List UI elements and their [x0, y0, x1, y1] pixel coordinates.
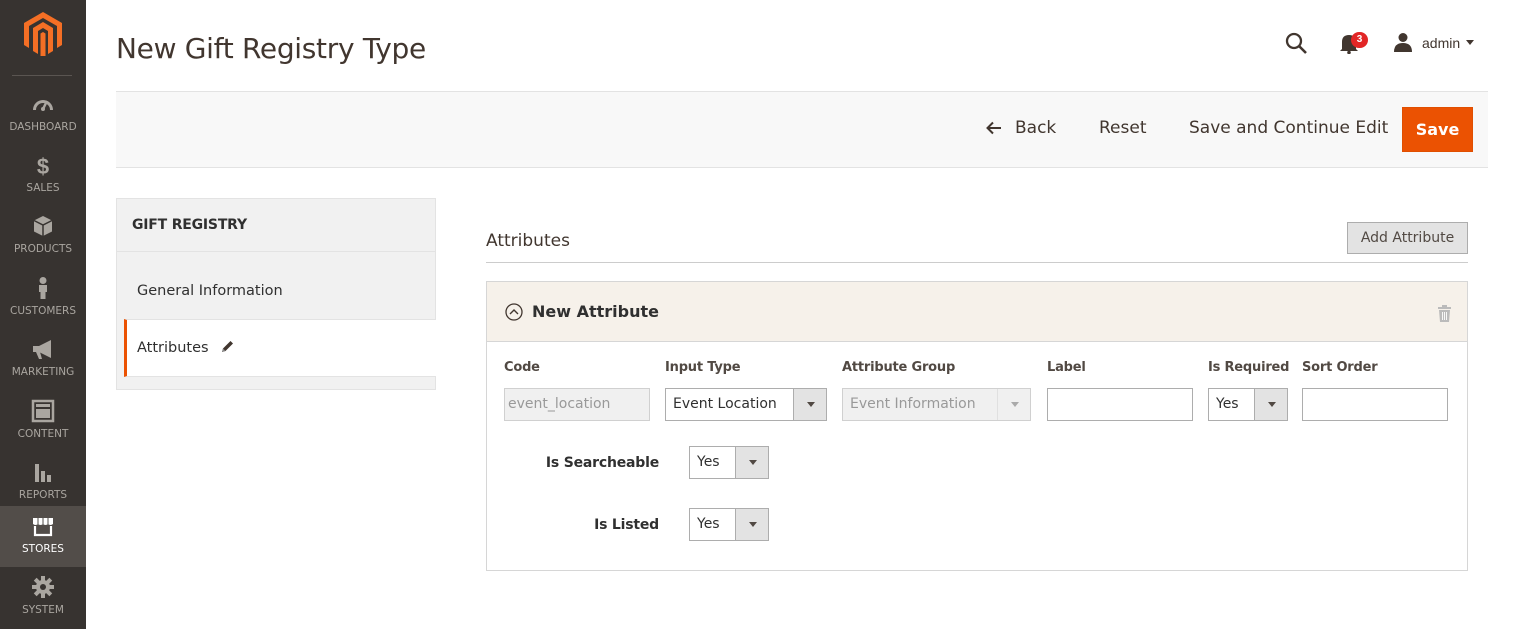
tab-label[interactable]: Attributes [137, 340, 209, 356]
back-button[interactable]: Back [1015, 118, 1056, 138]
label-label: Label [1047, 360, 1086, 375]
is-listed-select[interactable]: Yes [689, 508, 769, 541]
sort-order-label: Sort Order [1302, 360, 1378, 375]
gear-icon [32, 576, 54, 598]
nav-products[interactable]: PRODUCTS [0, 206, 86, 267]
store-icon [33, 518, 53, 537]
megaphone-icon [33, 340, 51, 359]
bar-chart-icon [35, 464, 51, 482]
page-title: New Gift Registry Type [116, 32, 426, 65]
nav-label: PRODUCTS [13, 243, 73, 255]
add-attribute-button[interactable]: Add Attribute [1347, 222, 1468, 254]
tabs-title: GIFT REGISTRY [132, 217, 247, 233]
layout-icon [31, 399, 55, 423]
sidebar-divider [12, 75, 72, 76]
is-searcheable-label: Is Searcheable [545, 455, 659, 471]
chevron-down-icon [735, 447, 768, 478]
chevron-down-icon [735, 509, 768, 540]
save-continue-button[interactable]: Save and Continue Edit [1189, 118, 1388, 138]
dashboard-icon [33, 100, 53, 111]
is-required-value: Yes [1216, 396, 1239, 412]
is-required-label: Is Required [1208, 360, 1290, 375]
nav-label: CONTENT [17, 428, 69, 440]
nav-label: CUSTOMERS [9, 305, 76, 317]
nav-system[interactable]: SYSTEM [0, 567, 86, 628]
input-type-label: Input Type [665, 360, 741, 375]
chevron-down-icon [1254, 389, 1287, 420]
attribute-title: New Attribute [532, 302, 659, 321]
nav-marketing[interactable]: MARKETING [0, 329, 86, 390]
code-field: event_location [504, 388, 650, 421]
nav-label: DASHBOARD [9, 121, 77, 133]
pencil-icon [222, 341, 233, 352]
svg-text:$: $ [37, 154, 49, 177]
sort-order-field[interactable] [1302, 388, 1448, 421]
attribute-group-select: Event Information [842, 388, 1031, 421]
attribute-group-value: Event Information [850, 396, 976, 412]
attribute-group-label: Attribute Group [842, 360, 956, 375]
nav-reports[interactable]: REPORTS [0, 452, 86, 513]
trash-icon[interactable] [1437, 305, 1452, 322]
is-searcheable-value: Yes [697, 454, 720, 470]
nav-label: SALES [26, 182, 60, 194]
code-label: Code [504, 360, 540, 375]
nav-label: STORES [22, 543, 64, 555]
nav-label: REPORTS [18, 489, 68, 501]
dollar-icon: $ [37, 154, 49, 177]
input-type-value: Event Location [673, 396, 777, 412]
section-title: Attributes [486, 231, 570, 251]
is-listed-label: Is Listed [594, 517, 659, 533]
notification-badge[interactable]: 3 [1351, 32, 1368, 48]
nav-customers[interactable]: CUSTOMERS [0, 268, 86, 329]
person-icon [39, 277, 47, 299]
nav-dashboard[interactable]: DASHBOARD [0, 84, 86, 145]
section-divider [486, 262, 1468, 263]
magento-logo[interactable] [24, 12, 62, 56]
nav-label: SYSTEM [22, 604, 64, 616]
is-required-select[interactable]: Yes [1208, 388, 1288, 421]
tab-label[interactable]: General Information [137, 283, 283, 299]
reset-button[interactable]: Reset [1099, 118, 1147, 138]
nav-content[interactable]: CONTENT [0, 391, 86, 452]
nav-stores[interactable]: STORES [0, 506, 86, 567]
chevron-down-icon [793, 389, 826, 420]
collapse-icon[interactable] [505, 303, 523, 321]
admin-username[interactable]: admin [1422, 35, 1460, 51]
is-searcheable-select[interactable]: Yes [689, 446, 769, 479]
box-icon [33, 216, 53, 236]
input-type-select[interactable]: Event Location [665, 388, 827, 421]
search-icon[interactable] [1284, 31, 1308, 55]
label-field[interactable] [1047, 388, 1193, 421]
nav-sales[interactable]: $ SALES [0, 145, 86, 206]
save-button[interactable]: Save [1402, 107, 1473, 152]
is-listed-value: Yes [697, 516, 720, 532]
code-value: event_location [508, 396, 611, 412]
nav-label: MARKETING [11, 366, 75, 378]
user-icon[interactable] [1393, 32, 1413, 52]
chevron-down-icon [997, 389, 1030, 420]
back-arrow-icon[interactable] [986, 121, 1002, 135]
chevron-down-icon[interactable] [1465, 38, 1475, 46]
